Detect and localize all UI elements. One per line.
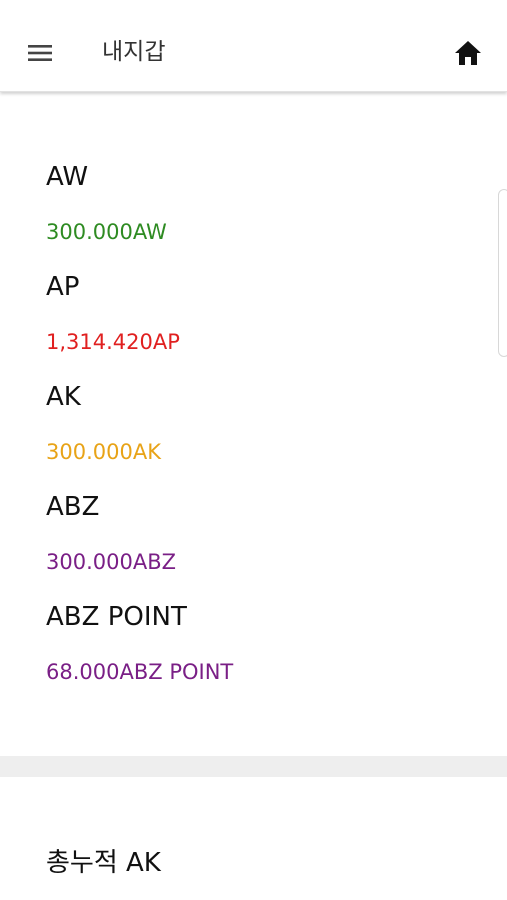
hamburger-menu-icon	[28, 45, 52, 61]
app-bar: 내지갑	[0, 0, 507, 92]
asset-name-ak: AK	[46, 382, 81, 412]
asset-value-aw: 300.000AW	[46, 220, 167, 244]
asset-value-abz: 300.000ABZ	[46, 550, 176, 574]
asset-name-abz: ABZ	[46, 492, 100, 522]
asset-value-ak: 300.000AK	[46, 440, 161, 464]
home-button[interactable]	[448, 33, 488, 73]
wallet-balance-card: AW 300.000AW AP 1,314.420AP AK 300.000AK…	[0, 92, 507, 756]
section-divider	[0, 756, 507, 777]
page-title: 내지갑	[102, 39, 166, 65]
asset-name-abz-point: ABZ POINT	[46, 602, 187, 632]
side-scroll-tab[interactable]	[498, 189, 507, 357]
total-accumulated-ak-label: 총누적 AK	[46, 848, 161, 878]
menu-button[interactable]	[20, 33, 60, 73]
home-icon	[455, 41, 481, 65]
asset-name-ap: AP	[46, 272, 80, 302]
asset-value-abz-point: 68.000ABZ POINT	[46, 660, 234, 684]
asset-value-ap: 1,314.420AP	[46, 330, 180, 354]
asset-name-aw: AW	[46, 162, 89, 192]
total-accumulated-card: 총누적 AK	[0, 777, 507, 900]
